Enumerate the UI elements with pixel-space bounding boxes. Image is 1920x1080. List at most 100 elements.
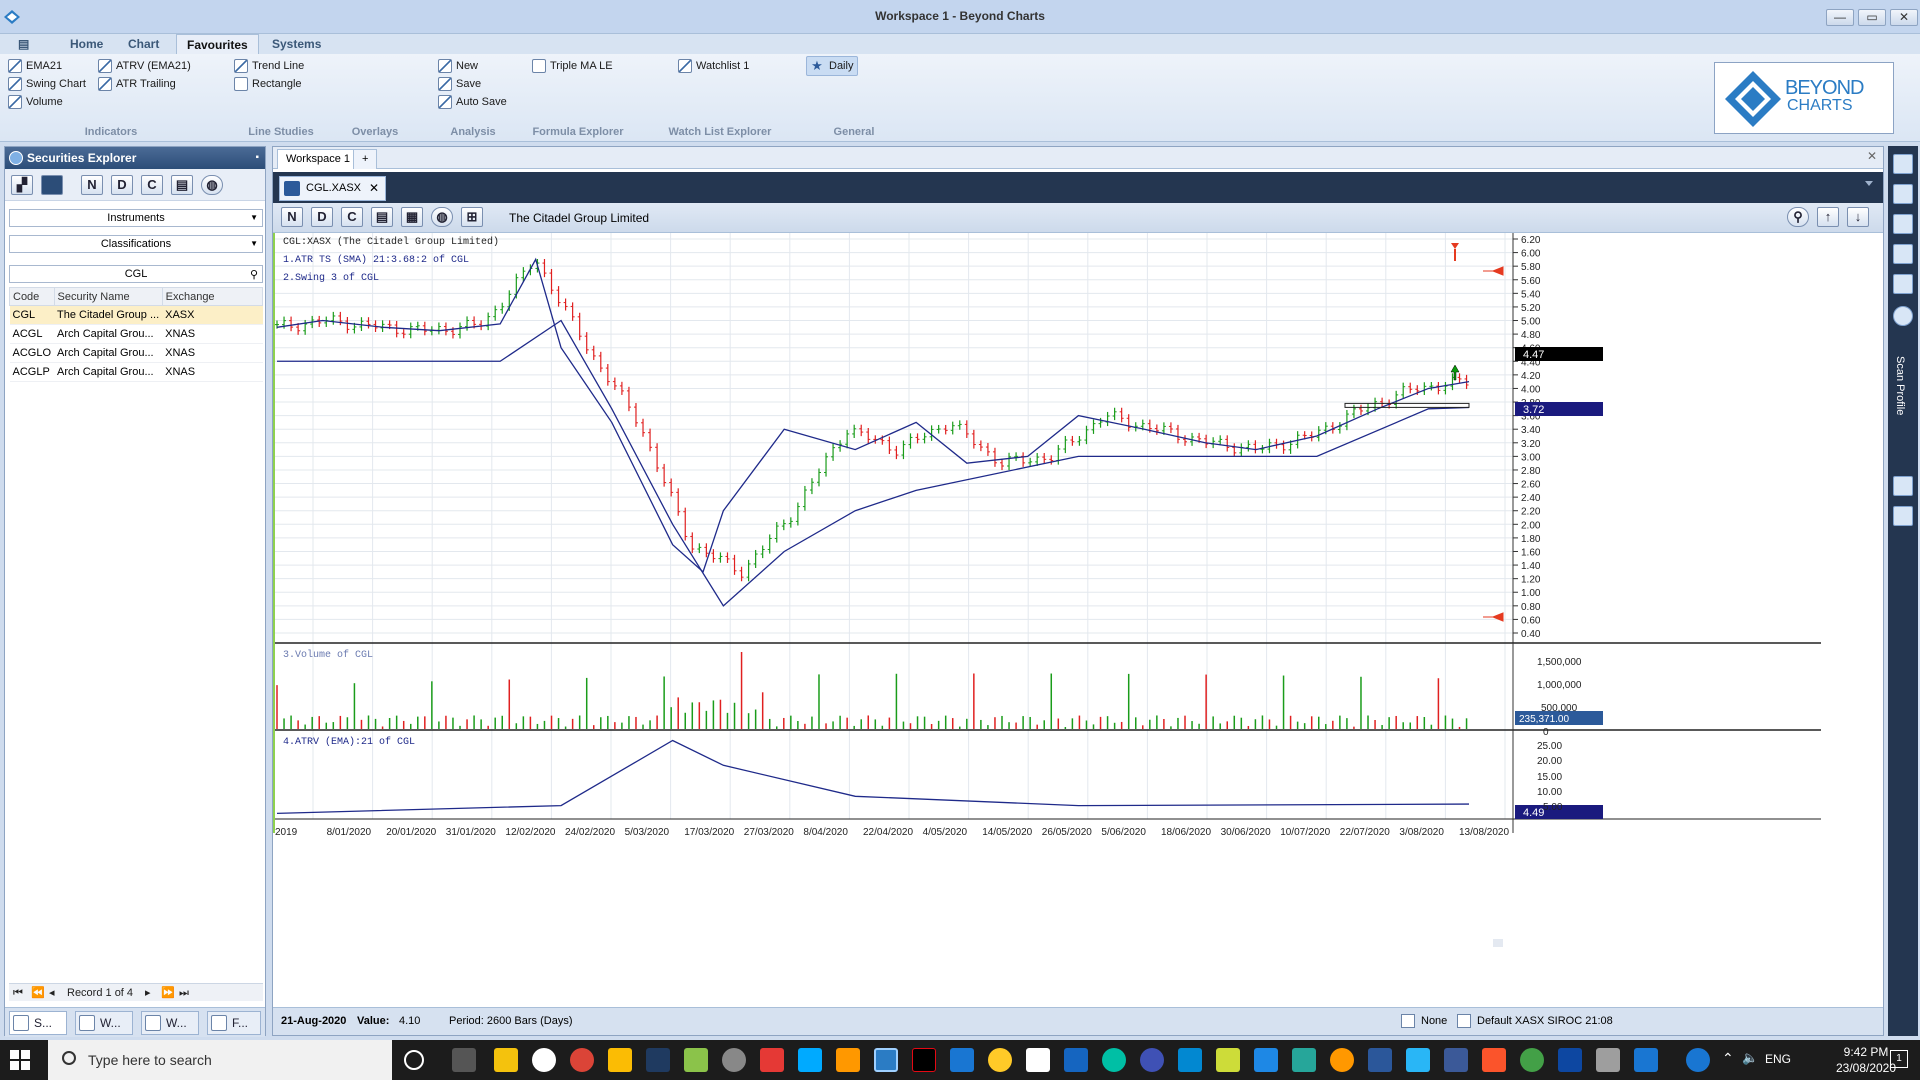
app-icon[interactable] bbox=[1102, 1048, 1126, 1072]
c-button[interactable]: C bbox=[141, 175, 163, 195]
tab-securities[interactable]: S... bbox=[9, 1011, 67, 1035]
next-record-icon[interactable]: ▸ bbox=[145, 984, 151, 1002]
help-icon[interactable] bbox=[1686, 1048, 1710, 1072]
n-button[interactable]: N bbox=[281, 207, 303, 227]
app-icon[interactable] bbox=[608, 1048, 632, 1072]
app-icon[interactable] bbox=[1140, 1048, 1164, 1072]
settings-icon[interactable] bbox=[1457, 1014, 1471, 1028]
quick-access-icon[interactable]: ▤ bbox=[8, 34, 38, 54]
tab-home[interactable]: Home bbox=[60, 34, 113, 54]
calculator-icon[interactable]: ▦ bbox=[401, 207, 423, 227]
chrome-icon[interactable] bbox=[570, 1048, 594, 1072]
instruments-dropdown[interactable]: Instruments ▼ bbox=[9, 209, 263, 227]
app-icon[interactable] bbox=[1178, 1048, 1202, 1072]
app-icon[interactable] bbox=[836, 1048, 860, 1072]
document-icon[interactable]: ▤ bbox=[371, 207, 393, 227]
app-icon[interactable] bbox=[1292, 1048, 1316, 1072]
atrv-ema21-button[interactable]: ATRV (EMA21) bbox=[98, 58, 191, 74]
prev-record-icon[interactable]: ◂ bbox=[49, 984, 55, 1002]
speed-icon[interactable] bbox=[646, 1048, 670, 1072]
new-button[interactable]: New bbox=[438, 58, 478, 74]
ema21-button[interactable]: EMA21 bbox=[8, 58, 62, 74]
app-icon[interactable] bbox=[1254, 1048, 1278, 1072]
horizontal-scrollbar-thumb[interactable] bbox=[1493, 939, 1503, 947]
price-chart[interactable]: 0.40 0.60 0.80 1.00 1.20 1.40 1.60 1.80 2.00 2.20… bbox=[273, 233, 1883, 953]
report-icon[interactable] bbox=[1893, 244, 1913, 264]
cortana-icon[interactable] bbox=[404, 1050, 424, 1070]
grid-icon[interactable] bbox=[1893, 214, 1913, 234]
chart-tab-cgl[interactable]: CGL.XASX ✕ bbox=[279, 176, 387, 201]
watchlist-1-button[interactable]: Watchlist 1 bbox=[678, 58, 749, 74]
notifications-icon[interactable]: 1 bbox=[1890, 1050, 1908, 1068]
tab-menu-icon[interactable] bbox=[1865, 181, 1873, 186]
app-icon[interactable] bbox=[1596, 1048, 1620, 1072]
document-icon[interactable]: ▤ bbox=[171, 175, 193, 195]
close-chart-icon[interactable]: ✕ bbox=[369, 177, 379, 200]
app-icon[interactable] bbox=[1026, 1048, 1050, 1072]
table-row[interactable]: ACGL Arch Capital Grou... XNAS bbox=[9, 324, 263, 344]
tray-chevron-icon[interactable]: ⌃ bbox=[1722, 1050, 1734, 1067]
status-none[interactable]: None bbox=[1421, 1008, 1447, 1034]
app-icon[interactable] bbox=[798, 1048, 822, 1072]
save-button[interactable]: Save bbox=[438, 76, 481, 92]
file-explorer-icon[interactable] bbox=[494, 1048, 518, 1072]
security-search-input[interactable]: CGL ⚲ bbox=[9, 265, 263, 283]
scroll-down-icon[interactable]: ↓ bbox=[1847, 207, 1869, 227]
next-page-icon[interactable]: ⏩ bbox=[161, 984, 175, 1002]
minimize-button[interactable]: — bbox=[1826, 9, 1854, 26]
tab-watchlist[interactable]: W... bbox=[75, 1011, 133, 1035]
scan-icon[interactable] bbox=[1893, 154, 1913, 174]
window-icon[interactable] bbox=[41, 175, 63, 195]
prev-page-icon[interactable]: ⏪ bbox=[31, 984, 45, 1002]
calendar-icon[interactable] bbox=[1401, 1014, 1415, 1028]
app-icon[interactable] bbox=[1216, 1048, 1240, 1072]
tab-chart[interactable]: Chart bbox=[118, 34, 169, 54]
last-record-icon[interactable]: ⏭ bbox=[179, 984, 189, 1002]
app-icon[interactable] bbox=[1558, 1048, 1582, 1072]
beyond-charts-taskbar-icon[interactable] bbox=[874, 1048, 898, 1072]
globe-search-icon[interactable]: ◍ bbox=[201, 175, 223, 195]
rectangle-study[interactable] bbox=[1344, 402, 1470, 408]
tab-formula[interactable]: F... bbox=[207, 1011, 261, 1035]
n-button[interactable]: N bbox=[81, 175, 103, 195]
taskbar-search-input[interactable]: Type here to search bbox=[48, 1040, 392, 1080]
document-icon[interactable] bbox=[1893, 184, 1913, 204]
task-view-icon[interactable] bbox=[452, 1048, 476, 1072]
search-icon[interactable]: ⚲ bbox=[250, 267, 258, 283]
news-icon[interactable] bbox=[1893, 506, 1913, 526]
rectangle-button[interactable]: Rectangle bbox=[234, 76, 302, 92]
app-icon[interactable] bbox=[1064, 1048, 1088, 1072]
app-icon[interactable] bbox=[760, 1048, 784, 1072]
auto-save-button[interactable]: Auto Save bbox=[438, 94, 507, 110]
app-icon[interactable] bbox=[1520, 1048, 1544, 1072]
column-exchange[interactable]: Exchange bbox=[161, 287, 264, 306]
app-icon[interactable] bbox=[988, 1048, 1012, 1072]
facebook-icon[interactable] bbox=[1444, 1048, 1468, 1072]
add-workspace-button[interactable]: + bbox=[353, 149, 378, 169]
column-code[interactable]: Code bbox=[9, 287, 55, 306]
netflix-icon[interactable] bbox=[912, 1048, 936, 1072]
volume-button[interactable]: Volume bbox=[8, 94, 63, 110]
windows-start-icon[interactable] bbox=[10, 1050, 30, 1070]
language-indicator[interactable]: ENG bbox=[1765, 1052, 1791, 1066]
google-icon[interactable] bbox=[532, 1048, 556, 1072]
scroll-up-icon[interactable]: ↑ bbox=[1817, 207, 1839, 227]
tab-systems[interactable]: Systems bbox=[262, 34, 331, 54]
column-security-name[interactable]: Security Name bbox=[53, 287, 163, 306]
hierarchy-icon[interactable] bbox=[1893, 274, 1913, 294]
globe-icon[interactable] bbox=[1893, 476, 1913, 496]
zoom-icon[interactable]: ⚲ bbox=[1787, 207, 1809, 227]
app-icon[interactable] bbox=[950, 1048, 974, 1072]
close-workspace-icon[interactable]: ✕ bbox=[1867, 149, 1877, 163]
d-button[interactable]: D bbox=[111, 175, 133, 195]
first-record-icon[interactable]: ⏮ bbox=[13, 984, 23, 1002]
table-row[interactable]: CGL The Citadel Group ... XASX bbox=[9, 305, 263, 325]
c-button[interactable]: C bbox=[341, 207, 363, 227]
table-row[interactable]: ACGLP Arch Capital Grou... XNAS bbox=[9, 362, 263, 382]
scan-profile-label[interactable]: Scan Profile bbox=[1894, 356, 1906, 415]
brave-icon[interactable] bbox=[1482, 1048, 1506, 1072]
word-icon[interactable] bbox=[1368, 1048, 1392, 1072]
chart-add-icon[interactable]: ▞ bbox=[11, 175, 33, 195]
trend-line-button[interactable]: Trend Line bbox=[234, 58, 304, 74]
scan-profile-icon[interactable] bbox=[1893, 306, 1913, 326]
